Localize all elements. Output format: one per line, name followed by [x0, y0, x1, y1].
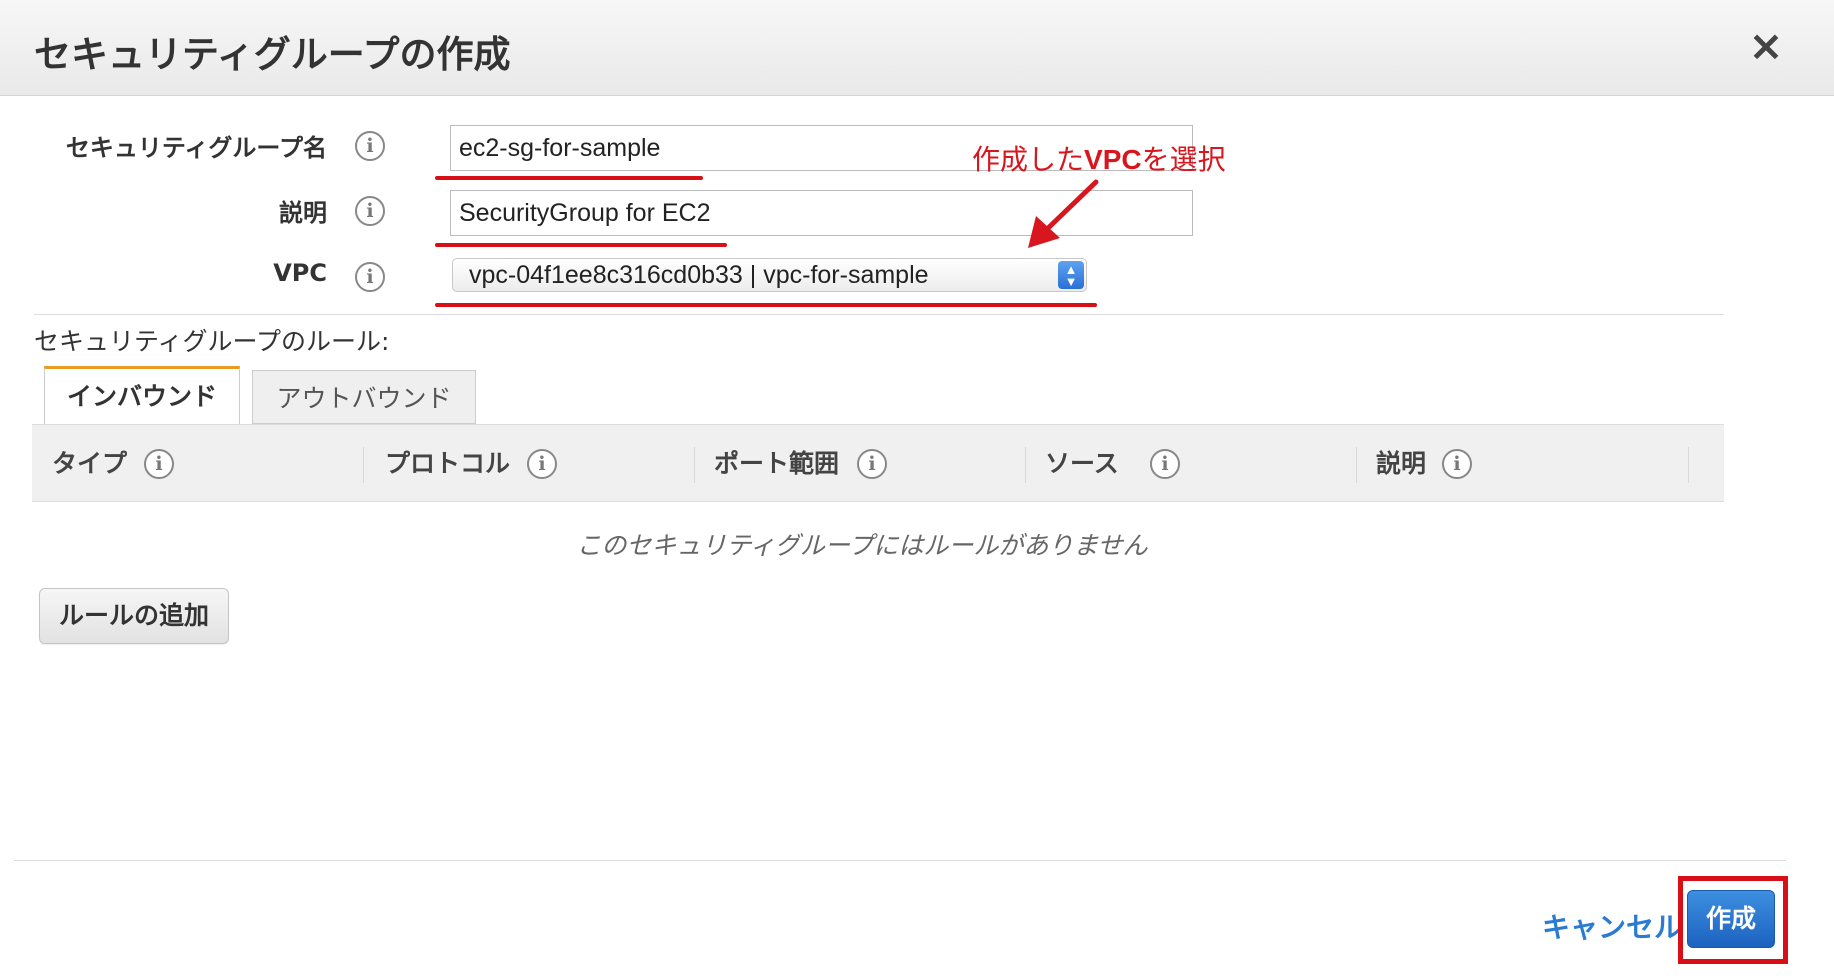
add-rule-button[interactable]: ルールの追加: [39, 588, 229, 644]
info-icon[interactable]: i: [355, 262, 385, 292]
column-header-source: ソース: [1045, 449, 1119, 478]
underline-vpc: [435, 303, 1097, 307]
annotation-suffix: を選択: [1141, 143, 1226, 176]
tab-inbound[interactable]: インバウンド: [44, 366, 240, 424]
dialog-header: セキュリティグループの作成 ×: [0, 0, 1834, 96]
close-icon[interactable]: ×: [1744, 24, 1788, 68]
cancel-link[interactable]: キャンセル: [1542, 906, 1682, 946]
security-group-name-label: セキュリティグループ名: [65, 134, 327, 162]
column-separator: [694, 447, 695, 483]
column-header-type: タイプ: [52, 449, 128, 478]
vpc-select-value: vpc-04f1ee8c316cd0b33 | vpc-for-sample: [469, 261, 929, 289]
info-icon[interactable]: i: [355, 196, 385, 226]
column-header-description: 説明: [1376, 449, 1427, 478]
annotation-prefix: 作成した: [972, 143, 1085, 176]
underline-description: [435, 243, 727, 247]
column-separator: [1025, 447, 1026, 483]
info-icon[interactable]: i: [144, 449, 174, 479]
column-separator: [1688, 447, 1689, 483]
rules-label: セキュリティグループのルール:: [34, 327, 390, 356]
info-icon[interactable]: i: [1150, 449, 1180, 479]
section-divider: [34, 314, 1724, 315]
column-separator: [1356, 447, 1357, 483]
empty-rules-message: このセキュリティグループにはルールがありません: [576, 531, 1148, 560]
tab-outbound[interactable]: アウトバウンド: [252, 370, 476, 424]
create-button[interactable]: 作成: [1687, 890, 1775, 948]
column-header-protocol: プロトコル: [385, 449, 511, 478]
description-label: 説明: [279, 199, 327, 227]
column-separator: [363, 447, 364, 483]
footer-divider: [14, 860, 1786, 861]
column-header-port-range: ポート範囲: [714, 449, 840, 478]
info-icon[interactable]: i: [355, 131, 385, 161]
annotation-arrow-icon: [1028, 179, 1099, 248]
info-icon[interactable]: i: [857, 449, 887, 479]
vpc-select[interactable]: vpc-04f1ee8c316cd0b33 | vpc-for-sample ▲…: [452, 258, 1087, 292]
info-icon[interactable]: i: [527, 449, 557, 479]
vpc-label: VPC: [273, 259, 327, 287]
annotation-emphasis: VPC: [1084, 144, 1142, 175]
annotation-text: 作成したVPCを選択: [972, 138, 1226, 178]
dialog-title: セキュリティグループの作成: [34, 33, 511, 76]
underline-name: [435, 176, 703, 180]
info-icon[interactable]: i: [1442, 449, 1472, 479]
rules-table-header: タイプ i プロトコル i ポート範囲 i ソース i 説明 i: [32, 424, 1724, 502]
chevron-updown-icon: ▲ ▼: [1058, 261, 1084, 289]
